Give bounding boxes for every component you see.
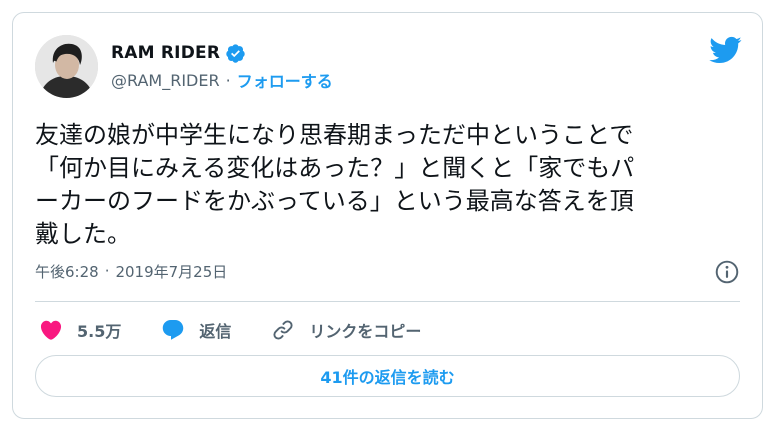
twitter-bird-icon[interactable] [708, 35, 742, 65]
info-icon[interactable] [714, 259, 740, 285]
like-count: 5.5万 [77, 322, 122, 341]
link-icon [273, 320, 293, 340]
tweet-date: 2019年7月25日 [115, 262, 228, 281]
separator-dot: · [104, 262, 110, 280]
copy-link-label: リンクをコピー [309, 322, 422, 341]
heart-icon [40, 320, 62, 340]
handle[interactable]: @RAM_RIDER [111, 71, 220, 90]
author-handle-row: @RAM_RIDER · フォローする [111, 68, 333, 92]
reply-button[interactable]: 返信 [161, 318, 231, 342]
reply-label: 返信 [199, 322, 232, 341]
speech-bubble-icon [163, 320, 184, 340]
divider [35, 301, 740, 302]
like-button[interactable]: 5.5万 [39, 318, 121, 342]
tweet-actions: 5.5万 返信 リンクをコピー [39, 313, 461, 347]
verified-badge-icon [226, 43, 245, 63]
tweet-text: 友達の娘が中学生になり思春期まっただ中ということで 「何か目にみえる変化はあった… [35, 121, 635, 248]
read-replies-button[interactable]: 41件の返信を読む [35, 355, 740, 397]
tweet-time: 午後6:28 [35, 262, 99, 281]
follow-button[interactable]: フォローする [237, 68, 333, 92]
avatar-image [35, 35, 98, 98]
author-name-row: RAM RIDER [111, 41, 246, 65]
avatar[interactable] [35, 35, 98, 98]
separator-dot: · [225, 70, 231, 90]
tweet-timestamp[interactable]: 午後6:28 · 2019年7月25日 [35, 259, 227, 283]
copy-link-button[interactable]: リンクをコピー [271, 318, 421, 342]
tweet-card: RAM RIDER @RAM_RIDER · フォローする 友達の娘が中学生にな… [12, 12, 763, 419]
display-name[interactable]: RAM RIDER [111, 43, 220, 63]
